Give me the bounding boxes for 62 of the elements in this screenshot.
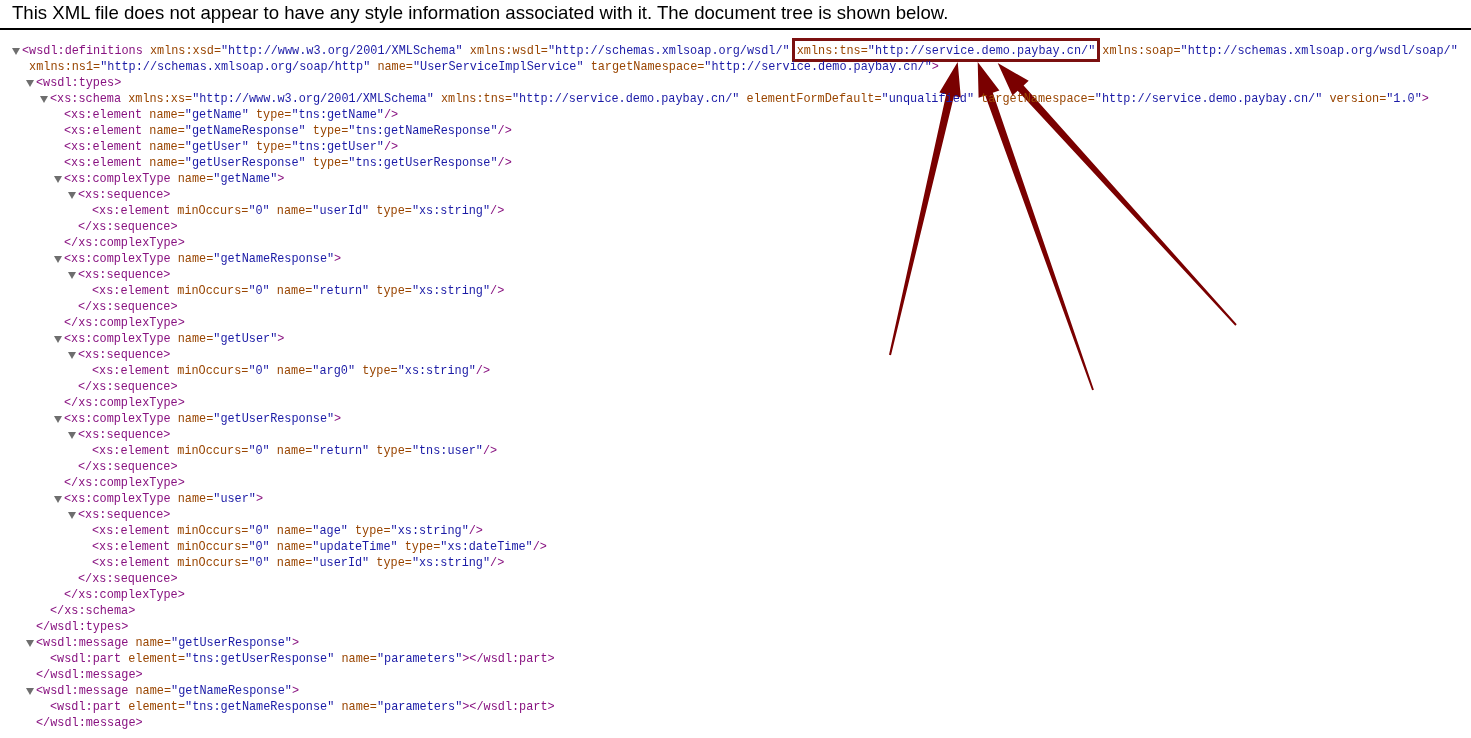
xml-line: <wsdl:definitions xmlns:xsd="http://www.w3.org/2001/XMLSchema" xmlns:wsdl="http://schemas.xmlsoap.org/wsdl/" bbox=[22, 44, 790, 58]
expand-toggle[interactable] bbox=[68, 431, 76, 439]
xml-line: </xs:sequence> bbox=[78, 299, 179, 315]
expand-toggle[interactable] bbox=[54, 255, 62, 263]
xml-line: <wsdl:types> bbox=[36, 75, 123, 91]
xml-line: </xs:complexType> bbox=[64, 587, 186, 603]
xml-line: <xs:element name="getName" type="tns:getName"/> bbox=[64, 107, 400, 123]
xml-line: <xs:sequence> bbox=[78, 347, 172, 363]
xml-line: <xs:element minOccurs="0" name="updateTime" type="xs:dateTime"/> bbox=[92, 539, 548, 555]
xml-line: </xs:complexType> bbox=[64, 315, 186, 331]
xml-line: </xs:sequence> bbox=[78, 219, 179, 235]
xml-line: <xs:element name="getUser" type="tns:getUser"/> bbox=[64, 139, 400, 155]
xml-line: <xs:sequence> bbox=[78, 507, 172, 523]
notice-text: This XML file does not appear to have any style information associated with it. The document tree is shown below. bbox=[12, 2, 950, 24]
xml-line: <xs:element minOccurs="0" name="userId" type="xs:string"/> bbox=[92, 203, 506, 219]
xml-line: </wsdl:message> bbox=[36, 667, 144, 683]
xml-line: </xs:complexType> bbox=[64, 395, 186, 411]
xml-line: <xs:sequence> bbox=[78, 427, 172, 443]
xml-line: </xs:complexType> bbox=[64, 235, 186, 251]
xml-line: <xs:element minOccurs="0" name="return" type="xs:string"/> bbox=[92, 283, 506, 299]
expand-toggle[interactable] bbox=[26, 687, 34, 695]
xml-line: <xs:complexType name="getUserResponse"> bbox=[64, 411, 343, 427]
xml-line: </wsdl:types> bbox=[36, 619, 130, 635]
xml-line: <xs:element minOccurs="0" name="return" type="tns:user"/> bbox=[92, 443, 499, 459]
xml-line: </xs:sequence> bbox=[78, 379, 179, 395]
expand-toggle[interactable] bbox=[68, 351, 76, 359]
expand-toggle[interactable] bbox=[68, 191, 76, 199]
xml-line: <wsdl:message name="getUserResponse"> bbox=[36, 635, 300, 651]
expand-toggle[interactable] bbox=[68, 511, 76, 519]
expand-toggle[interactable] bbox=[54, 335, 62, 343]
xml-line: </xs:sequence> bbox=[78, 459, 179, 475]
xml-line: </xs:complexType> bbox=[64, 475, 186, 491]
xml-line: <xs:complexType name="getName"> bbox=[64, 171, 286, 187]
expand-toggle[interactable] bbox=[12, 47, 20, 55]
xml-line: <wsdl:part element="tns:getUserResponse" name="parameters"></wsdl:part> bbox=[50, 651, 556, 667]
xml-line: </wsdl:message> bbox=[36, 715, 144, 731]
xml-line: <xs:complexType name="user"> bbox=[64, 491, 265, 507]
expand-toggle[interactable] bbox=[40, 95, 48, 103]
expand-toggle[interactable] bbox=[68, 271, 76, 279]
xml-line: <xs:sequence> bbox=[78, 187, 172, 203]
xml-line: <xs:element minOccurs="0" name="arg0" type="xs:string"/> bbox=[92, 363, 492, 379]
xml-line: <xs:complexType name="getUser"> bbox=[64, 331, 286, 347]
xml-attribute: targetNamespace="http://service.demo.paybay.cn/"> bbox=[590, 59, 939, 75]
expand-toggle[interactable] bbox=[26, 639, 34, 647]
xml-line: <xs:element minOccurs="0" name="userId" type="xs:string"/> bbox=[92, 555, 506, 571]
xml-line: <xs:element minOccurs="0" name="age" type="xs:string"/> bbox=[92, 523, 484, 539]
expand-toggle[interactable] bbox=[54, 175, 62, 183]
xml-attribute: xmlns:soap="http://schemas.xmlsoap.org/wsdl/soap/" bbox=[1102, 43, 1458, 59]
xml-line: </xs:schema> bbox=[50, 603, 137, 619]
xml-line: <xs:element name="getUserResponse" type="tns:getUserResponse"/> bbox=[64, 155, 513, 171]
xml-line: <wsdl:part element="tns:getNameResponse" name="parameters"></wsdl:part> bbox=[50, 699, 556, 715]
xml-line: <xs:sequence> bbox=[78, 267, 172, 283]
xml-attribute: xmlns:ns1="http://schemas.xmlsoap.org/soap/http" bbox=[29, 59, 371, 75]
xml-line: </xs:sequence> bbox=[78, 571, 179, 587]
highlighted-attribute: xmlns:tns="http://service.demo.paybay.cn/" bbox=[791, 38, 1101, 62]
xml-line: <xs:element name="getNameResponse" type="tns:getNameResponse"/> bbox=[64, 123, 513, 139]
xml-line: <xs:complexType name="getNameResponse"> bbox=[64, 251, 343, 267]
expand-toggle[interactable] bbox=[54, 415, 62, 423]
expand-toggle[interactable] bbox=[26, 79, 34, 87]
expand-toggle[interactable] bbox=[54, 495, 62, 503]
xml-attribute: name="UserServiceImplService" bbox=[377, 59, 584, 75]
xml-line: <wsdl:message name="getNameResponse"> bbox=[36, 683, 300, 699]
